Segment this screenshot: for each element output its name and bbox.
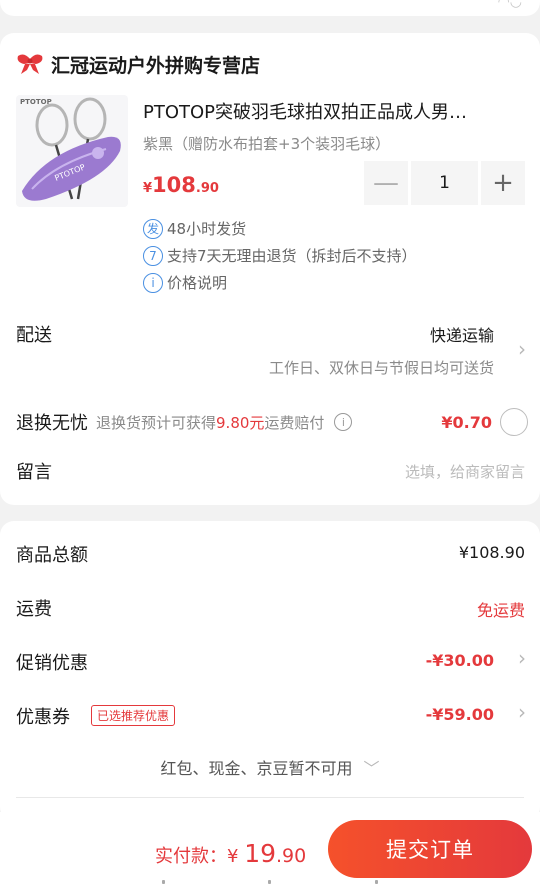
pay-amount: 实付款：¥ 19.90 (155, 839, 307, 868)
chevron-down-icon: ﹀ (363, 759, 380, 778)
refund-radio[interactable] (500, 408, 528, 436)
ship-badge-icon: 发 (143, 218, 163, 239)
product-title[interactable]: PTOTOP突破羽毛球拍双拍正品成人男… (143, 98, 527, 124)
chevron-right-icon[interactable]: › (518, 337, 526, 361)
delivery-label: 配送 (16, 325, 52, 346)
service-price-note[interactable]: i 价格说明 (143, 272, 227, 293)
service-return: 7 支持7天无理由退货（拆封后不支持） (143, 245, 417, 266)
racket-image: PTOTOP PTOTOP (20, 97, 121, 201)
divider (16, 797, 524, 798)
total-value: ¥108.90 (458, 543, 525, 562)
info-icon[interactable]: i (334, 413, 353, 431)
submit-bar: 实付款：¥ 19.90 提交订单 (0, 812, 540, 887)
delivery-detail[interactable]: 工作日、双休日与节假日均可送货 (269, 357, 494, 378)
partial-icon: ◠◡ (497, 0, 522, 10)
product-price: ¥108.90 (143, 173, 219, 197)
service-shipping: 发 48小时发货 (143, 218, 246, 239)
promo-value[interactable]: -¥30.00 (426, 651, 494, 670)
summary-card: 商品总额 ¥108.90 运费 免运费 促销优惠 -¥30.00 › 优惠券 已… (0, 521, 540, 821)
unavailable-row[interactable]: 红包、现金、京豆暂不可用 ﹀ (0, 755, 540, 779)
total-label: 商品总额 (16, 545, 88, 566)
quantity-value[interactable]: 1 (411, 161, 478, 205)
product-spec[interactable]: 紫黑（赠防水布拍套+3个装羽毛球） (143, 133, 390, 154)
refund-desc: 退换货预计可获得9.80元运费赔付 (96, 413, 325, 432)
promo-label: 促销优惠 (16, 653, 88, 674)
shipping-value: 免运费 (476, 601, 525, 620)
message-input[interactable]: 选填，给商家留言 (405, 461, 525, 482)
increase-button[interactable]: + (481, 161, 525, 205)
shop-bow-icon (17, 54, 43, 74)
info-icon: i (143, 272, 163, 293)
system-nav-indicator (0, 880, 540, 884)
coupon-label: 优惠券 (16, 707, 70, 728)
quantity-stepper: — 1 + (364, 161, 525, 205)
delivery-method[interactable]: 快递运输 (430, 322, 494, 346)
refund-label: 退换无忧 (16, 413, 88, 434)
message-label: 留言 (16, 462, 52, 483)
refund-insurance-row[interactable]: 退换无忧 退换货预计可获得9.80元运费赔付 i ¥0.70 (16, 405, 528, 439)
shipping-label: 运费 (16, 599, 52, 620)
chevron-right-icon[interactable]: › (518, 646, 526, 670)
submit-order-button[interactable]: 提交订单 (328, 820, 532, 878)
previous-section-card: ◠◡ (0, 0, 540, 16)
chevron-right-icon[interactable]: › (518, 700, 526, 724)
order-card: 汇冠运动户外拼购专营店 PTOTOP PTOTOP PTOTOP突破羽毛球拍双拍… (0, 33, 540, 505)
refund-price: ¥0.70 (441, 412, 492, 432)
seven-day-icon: 7 (143, 245, 163, 266)
shop-name[interactable]: 汇冠运动户外拼购专营店 (51, 51, 260, 78)
coupon-value[interactable]: -¥59.00 (426, 705, 494, 724)
decrease-button[interactable]: — (364, 161, 408, 205)
product-thumbnail[interactable]: PTOTOP PTOTOP (16, 95, 128, 207)
coupon-badge: 已选推荐优惠 (91, 705, 176, 726)
